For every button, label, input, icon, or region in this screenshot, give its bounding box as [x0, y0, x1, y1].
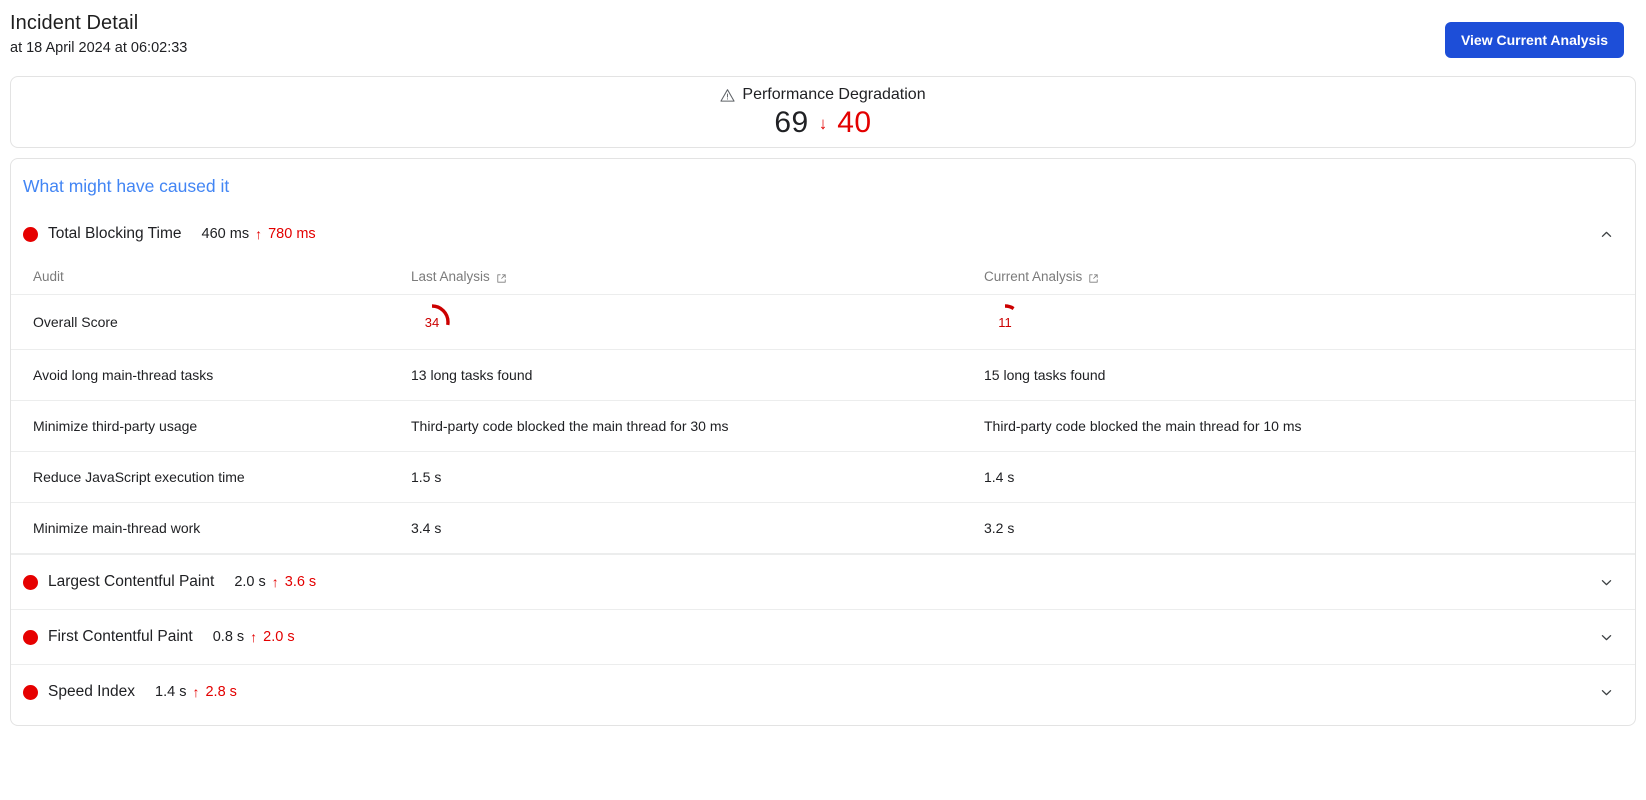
what-caused-it-card: What might have caused it Total Blocking… [10, 158, 1636, 726]
metric-name: Total Blocking Time [48, 225, 182, 242]
score-gauge: 34 [411, 301, 453, 343]
score-down-arrow-icon: ↓ [818, 113, 828, 133]
column-header-label: Audit [33, 269, 64, 284]
last-analysis-cell: Third-party code blocked the main thread… [411, 400, 984, 452]
table-row: Reduce JavaScript execution time 1.5 s 1.4… [11, 451, 1635, 503]
metric-trend-arrow-icon: ↑ [250, 629, 258, 645]
last-analysis-score-cell: 34 [411, 294, 984, 350]
view-current-analysis-button[interactable]: View Current Analysis [1444, 22, 1624, 58]
metric-status-dot [23, 226, 38, 242]
score-gauge-value: 34 [424, 314, 440, 330]
metric-header-toggle[interactable]: Largest Contentful Paint 2.0 s ↑ 3.6 s [11, 555, 1635, 609]
current-analysis-cell: Third-party code blocked the main thread… [984, 400, 1635, 452]
column-header-label: Current Analysis [984, 269, 1083, 284]
external-link-icon[interactable] [496, 272, 507, 283]
audit-name-cell: Reduce JavaScript execution time [11, 451, 411, 503]
last-analysis-cell: 3.4 s [411, 502, 984, 554]
metric-value-after: 2.8 s [205, 684, 237, 700]
table-row: Avoid long main-thread tasks 13 long task… [11, 349, 1635, 401]
metric-largest-contentful-paint: Largest Contentful Paint 2.0 s ↑ 3.6 s [11, 554, 1635, 609]
score-before: 69 [774, 105, 809, 139]
degradation-label-text: Performance Degradation [742, 85, 926, 103]
table-row: Minimize third-party usage Third-party co… [11, 400, 1635, 452]
header-titles: Incident Detail at 18 April 2024 at 06:0… [10, 10, 187, 59]
degradation-scores: 69 ↓ 40 [774, 106, 871, 140]
score-after: 40 [837, 105, 872, 139]
table-header-row: Audit Last Analysis Current Analysis [11, 261, 1635, 295]
metric-value-after: 2.0 s [263, 629, 295, 645]
current-analysis-cell: 1.4 s [984, 451, 1635, 503]
current-analysis-cell: 3.2 s [984, 502, 1635, 554]
chevron-down-icon[interactable] [1595, 571, 1617, 593]
causes-section-title: What might have caused it [23, 176, 230, 196]
metric-name: First Contentful Paint [48, 628, 193, 645]
column-header[interactable]: Last Analysis [411, 261, 984, 295]
column-header: Audit [11, 261, 411, 295]
page-title: Incident Detail [10, 12, 139, 34]
metric-value-before: 0.8 s [212, 629, 245, 645]
metric-status-dot [23, 574, 38, 590]
incident-detail-page: Incident Detail at 18 April 2024 at 06:0… [0, 0, 1646, 800]
metric-values: 1.4 s ↑ 2.8 s [155, 684, 237, 700]
metric-trend-arrow-icon: ↑ [192, 684, 200, 700]
metric-name: Largest Contentful Paint [48, 573, 215, 590]
page-subtitle-timestamp: at 18 April 2024 at 06:02:33 [10, 40, 188, 56]
metric-trend-arrow-icon: ↑ [271, 574, 279, 590]
audit-name-cell: Overall Score [11, 294, 411, 350]
metric-value-after: 780 ms [268, 226, 316, 242]
page-header: Incident Detail at 18 April 2024 at 06:0… [0, 0, 1646, 70]
chevron-down-icon[interactable] [1595, 626, 1617, 648]
metric-status-dot [23, 629, 38, 645]
last-analysis-cell: 13 long tasks found [411, 349, 984, 401]
audit-name-cell: Avoid long main-thread tasks [11, 349, 411, 401]
current-analysis-score-cell: 11 [984, 294, 1635, 350]
metric-speed-index: Speed Index 1.4 s ↑ 2.8 s [11, 664, 1635, 719]
audit-name-cell: Minimize third-party usage [11, 400, 411, 452]
last-analysis-cell: 1.5 s [411, 451, 984, 503]
warning-triangle-icon [720, 88, 735, 103]
metric-status-dot [23, 684, 38, 700]
metric-header-toggle[interactable]: First Contentful Paint 0.8 s ↑ 2.0 s [11, 610, 1635, 664]
metric-name: Speed Index [48, 683, 136, 700]
metric-values: 460 ms ↑ 780 ms [202, 226, 316, 242]
metric-value-after: 3.6 s [284, 574, 317, 590]
column-header-label: Last Analysis [411, 269, 490, 284]
metric-values: 0.8 s ↑ 2.0 s [213, 629, 295, 645]
metrics-list: Total Blocking Time 460 ms ↑ 780 ms Audit Las… [11, 207, 1635, 719]
column-header[interactable]: Current Analysis [984, 261, 1635, 295]
external-link-icon[interactable] [1088, 272, 1099, 283]
performance-degradation-card: Performance Degradation 69 ↓ 40 [10, 76, 1636, 148]
metric-value-before: 2.0 s [234, 574, 266, 590]
current-analysis-cell: 15 long tasks found [984, 349, 1635, 401]
score-gauge-value: 11 [998, 314, 1012, 330]
chevron-up-icon[interactable] [1595, 223, 1617, 245]
metric-total-blocking-time: Total Blocking Time 460 ms ↑ 780 ms Audit Las… [11, 207, 1635, 554]
metric-value-before: 460 ms [201, 226, 250, 242]
metric-header-toggle[interactable]: Speed Index 1.4 s ↑ 2.8 s [11, 665, 1635, 719]
audit-comparison-table: Audit Last Analysis Current Analysis Overal… [11, 261, 1635, 554]
table-row: Minimize main-thread work 3.4 s 3.2 s [11, 502, 1635, 554]
metric-first-contentful-paint: First Contentful Paint 0.8 s ↑ 2.0 s [11, 609, 1635, 664]
metric-header-toggle[interactable]: Total Blocking Time 460 ms ↑ 780 ms [11, 207, 1635, 261]
metric-values: 2.0 s ↑ 3.6 s [234, 574, 316, 590]
metric-value-before: 1.4 s [155, 684, 187, 700]
degradation-label-row: Performance Degradation [720, 85, 926, 105]
audit-name-cell: Minimize main-thread work [11, 502, 411, 554]
metric-trend-arrow-icon: ↑ [255, 226, 263, 242]
chevron-down-icon[interactable] [1595, 681, 1617, 703]
table-row: Overall Score 34 11 [11, 294, 1635, 350]
score-gauge: 11 [984, 301, 1026, 343]
